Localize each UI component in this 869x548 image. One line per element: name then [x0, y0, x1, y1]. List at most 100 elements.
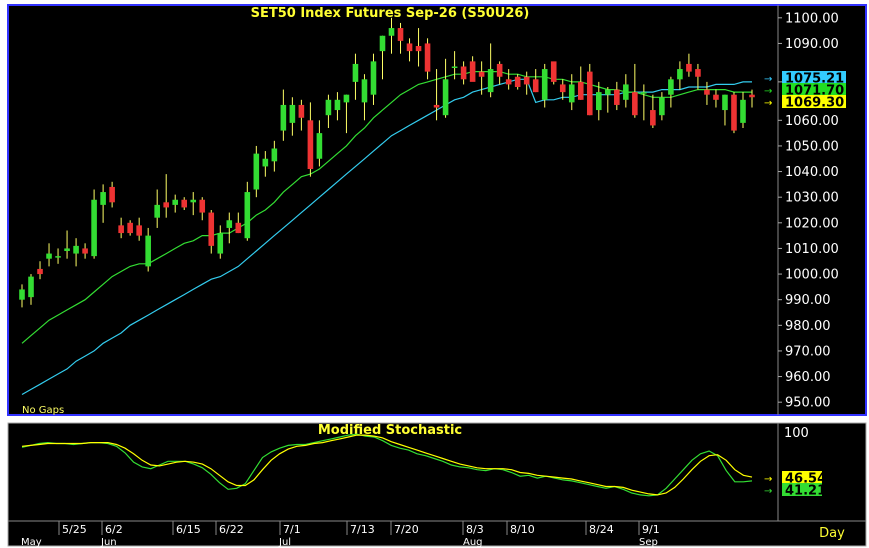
candle-body	[19, 289, 25, 300]
x-tick-label: 7/20	[394, 523, 419, 536]
candle-body	[469, 61, 476, 82]
no-gaps-note: No Gaps	[22, 405, 64, 416]
candle-body	[271, 148, 278, 162]
candle-body	[595, 92, 602, 111]
candle-body	[677, 69, 683, 80]
chart-canvas: 1100.001090.001075.001060.001050.001040.…	[0, 0, 869, 548]
candle-body	[199, 199, 206, 213]
candle-body	[388, 28, 395, 36]
candle-body	[559, 84, 566, 93]
x-month-label: Aug	[463, 537, 483, 548]
stochastic-title: Modified Stochastic	[318, 423, 462, 438]
candle-body	[686, 63, 692, 72]
candle-body	[532, 79, 539, 93]
candle-body	[496, 63, 503, 77]
candle-body	[145, 235, 151, 267]
candle-body	[641, 92, 647, 94]
candle-body	[415, 46, 422, 52]
y-tick-label: 1000.00	[785, 268, 839, 283]
price-badge-value: 1069.30	[785, 96, 844, 111]
candle-body	[442, 79, 449, 116]
candle-body	[460, 66, 467, 80]
candle-body	[713, 94, 719, 100]
x-axis-background	[8, 521, 866, 546]
candle-body	[289, 104, 296, 123]
candle-body	[550, 61, 557, 82]
x-tick-label: 6/2	[105, 523, 123, 536]
candle-body	[523, 76, 530, 85]
candle-body	[650, 110, 656, 126]
candle-body	[235, 222, 242, 234]
price-badge-arrow: →	[764, 98, 772, 109]
y-tick-label: 990.00	[785, 293, 831, 308]
x-month-label: Sep	[639, 537, 658, 548]
y-tick-label: 960.00	[785, 370, 831, 385]
candle-body	[37, 268, 43, 275]
x-tick-label: 5/25	[62, 523, 87, 536]
candle-body	[73, 245, 79, 254]
y-tick-label: 970.00	[785, 344, 831, 359]
candle-body	[568, 84, 575, 103]
candle-body	[668, 79, 674, 95]
candle	[91, 189, 97, 259]
candle-body	[298, 104, 305, 118]
candle-body	[226, 220, 233, 228]
y-tick-label: 1040.00	[785, 165, 839, 180]
x-tick-label: 7/1	[283, 523, 301, 536]
candle-body	[307, 120, 314, 169]
candle-body	[433, 104, 440, 108]
x-tick-label: 8/24	[589, 523, 614, 536]
candle-body	[190, 199, 197, 203]
candle-body	[244, 192, 251, 239]
x-tick-label: 6/15	[176, 523, 201, 536]
candle-body	[659, 97, 665, 116]
candle-body	[100, 192, 106, 205]
candle-body	[280, 104, 287, 131]
candle-body	[514, 76, 521, 87]
candle	[731, 92, 737, 134]
candle-body	[370, 61, 377, 95]
candle-body	[334, 99, 341, 111]
x-month-label: Jul	[278, 537, 291, 548]
candle-body	[722, 94, 728, 111]
x-month-label: May	[21, 537, 42, 548]
candle-body	[424, 43, 431, 72]
candle-body	[352, 63, 359, 82]
candle-body	[695, 69, 701, 77]
candle-body	[154, 204, 160, 218]
candle-body	[406, 43, 413, 52]
candle-body	[172, 199, 179, 205]
price-badge-arrow: →	[764, 74, 772, 85]
candle-body	[28, 276, 34, 298]
stochastic-tick-100: 100	[784, 426, 809, 441]
candle-body	[614, 89, 620, 105]
stochastic-badge-arrow: →	[764, 474, 772, 485]
candle-body	[397, 28, 404, 41]
candle-body	[163, 202, 169, 208]
x-tick-label: 8/3	[466, 523, 484, 536]
candle	[550, 61, 557, 85]
main-panel-background	[8, 5, 778, 415]
candle-body	[262, 158, 269, 167]
candle-body	[208, 212, 215, 246]
x-tick-label: 9/1	[642, 523, 660, 536]
candle-body	[325, 99, 332, 116]
candle-body	[217, 233, 224, 254]
candle-body	[118, 225, 124, 234]
price-badge-arrow: →	[764, 86, 772, 97]
candle-body	[343, 94, 350, 103]
x-tick-label: 7/13	[350, 523, 375, 536]
y-tick-label: 1030.00	[785, 191, 839, 206]
x-tick-label: 8/10	[510, 523, 535, 536]
candle-body	[704, 89, 710, 95]
candle-body	[586, 71, 593, 116]
x-month-label: Jun	[100, 537, 117, 548]
candle-body	[740, 99, 746, 123]
y-tick-label: 1100.00	[785, 11, 839, 26]
candle-body	[127, 222, 133, 234]
candle-body	[55, 256, 61, 258]
y-tick-label: 980.00	[785, 319, 831, 334]
candle-body	[731, 94, 737, 131]
chart-title: SET50 Index Futures Sep-26 (S50U26)	[251, 6, 530, 21]
candle-body	[632, 92, 638, 116]
